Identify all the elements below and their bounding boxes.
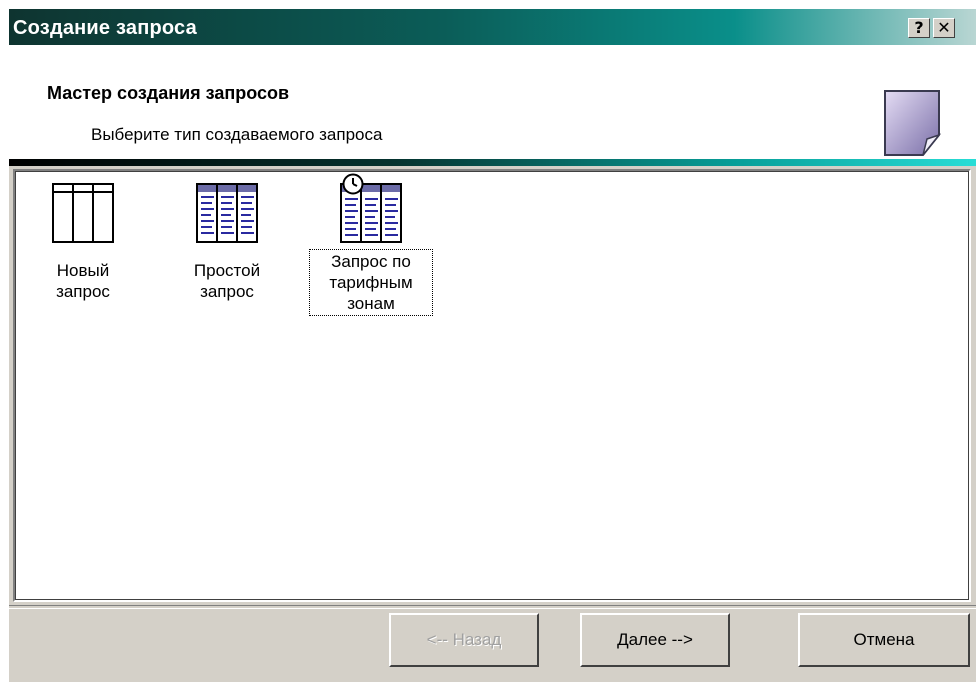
wizard-header: Мастер создания запросов Выберите тип со… [9, 45, 976, 163]
document-icon [884, 90, 941, 156]
item-label: Простой запрос [193, 261, 261, 301]
window-title: Создание запроса [13, 17, 197, 39]
query-type-list[interactable]: Новый запрос Простой запрос Запрос по та… [13, 169, 971, 602]
clock-icon [342, 173, 364, 195]
cancel-button[interactable]: Отмена [798, 613, 970, 667]
button-divider [9, 605, 976, 609]
header-separator [9, 159, 976, 166]
blank-grid-icon [52, 183, 114, 243]
list-item-simple-query[interactable]: Простой запрос [179, 183, 275, 303]
next-button[interactable]: Далее --> [580, 613, 730, 667]
list-item-new-query[interactable]: Новый запрос [43, 183, 123, 303]
title-bar[interactable]: Создание запроса ? ✕ [9, 9, 976, 45]
item-label: Новый запрос [56, 261, 110, 301]
close-button[interactable]: ✕ [933, 18, 955, 38]
list-item-tariff-zone-query[interactable]: Запрос по тарифным зонам [309, 173, 433, 316]
create-query-dialog: Создание запроса ? ✕ Мастер создания зап… [8, 8, 976, 682]
back-button[interactable]: <-- Назад [389, 613, 539, 667]
wizard-subtitle: Выберите тип создаваемого запроса [91, 125, 383, 144]
help-button[interactable]: ? [908, 18, 930, 38]
tariff-zone-query-icon [340, 173, 402, 243]
wizard-title: Мастер создания запросов [47, 83, 290, 103]
item-label: Запрос по тарифным зонам [309, 249, 433, 316]
simple-query-icon [196, 183, 258, 243]
